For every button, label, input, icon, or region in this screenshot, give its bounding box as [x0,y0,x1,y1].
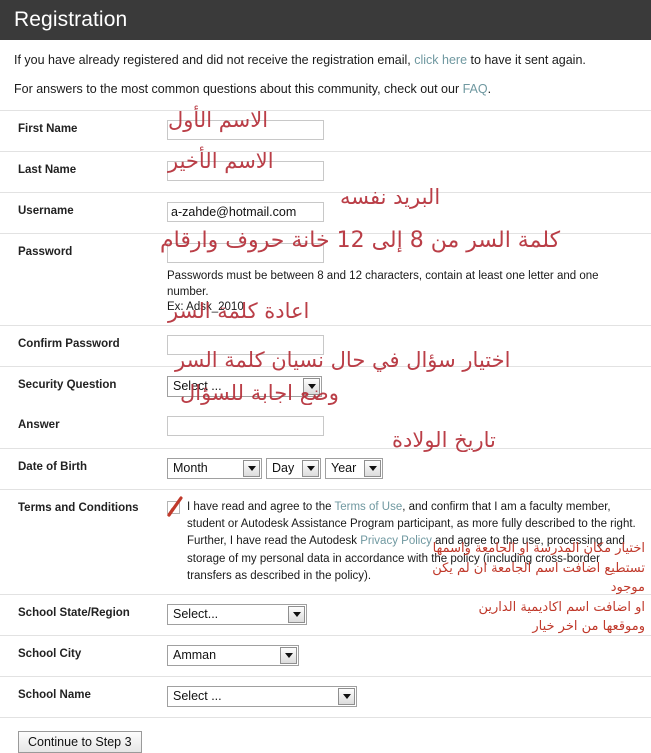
chevron-down-icon [243,459,260,477]
birth-year-select[interactable]: Year [325,457,383,479]
first-name-field-wrap [167,120,651,141]
school-state-field-wrap: Select... [167,604,651,626]
page-header: Registration [0,0,651,40]
confirm-password-input[interactable] [167,334,324,355]
terms-checkbox-row: I have read and agree to the Terms of Us… [167,496,651,585]
password-field-wrap: Passwords must be between 8 and 12 chara… [167,243,651,316]
confirm-password-label: Confirm Password [18,337,120,350]
school-city-selected-value: Amman [173,648,217,663]
birth-year-selected-value: Year [331,460,357,475]
chevron-down-icon [288,606,305,624]
last-name-label: Last Name [18,164,77,177]
row-terms-and-conditions: Terms and Conditions I have read and agr… [0,488,651,594]
row-date-of-birth: Date of Birth Month Day Year [0,447,651,489]
school-name-label: School Name [18,689,91,702]
row-school-name: School Name Select ... [0,676,651,717]
notice-text-pre: If you have already registered and did n… [14,53,411,67]
submit-row: Continue to Step 3 [0,717,651,753]
answer-field-wrap [167,415,651,436]
birth-day-select[interactable]: Day [266,457,321,479]
row-username: Username [0,192,651,233]
password-requirements-hint: Passwords must be between 8 and 12 chara… [167,269,637,316]
confirm-password-field-wrap [167,334,651,355]
chevron-down-icon [364,459,381,477]
row-confirm-password: Confirm Password [0,324,651,366]
school-name-selected-value: Select ... [173,689,222,704]
terms-of-use-link[interactable]: Terms of Use [334,501,402,513]
security-question-field-wrap: Select ... [167,375,651,397]
first-name-input[interactable] [167,120,324,141]
faq-text-pre: For answers to the most common questions… [14,81,460,96]
terms-checkbox[interactable] [167,496,183,517]
answer-input[interactable] [167,415,324,436]
school-name-select[interactable]: Select ... [167,686,357,708]
chevron-down-icon [280,647,297,665]
answer-label: Answer [18,418,60,431]
privacy-policy-link[interactable]: Privacy Policy [360,535,432,547]
faq-link[interactable]: FAQ [463,82,488,96]
school-name-field-wrap: Select ... [167,686,651,708]
date-of-birth-label: Date of Birth [18,460,87,473]
checkmark-icon [167,496,183,517]
terms-label: Terms and Conditions [18,501,139,514]
chevron-down-icon [302,459,319,477]
first-name-label: First Name [18,123,78,136]
birth-month-selected-value: Month [173,460,208,475]
birth-month-select[interactable]: Month [167,457,262,479]
intro-section: If you have already registered and did n… [0,40,651,97]
terms-text: I have read and agree to the Terms of Us… [187,499,645,585]
school-state-selected-value: Select... [173,607,219,622]
row-answer: Answer [0,407,651,448]
registration-form: First Name Last Name Username Password P… [0,110,651,753]
notice-text-post: to have it sent again. [470,53,586,67]
school-city-select[interactable]: Amman [167,645,299,667]
last-name-input[interactable] [167,161,324,182]
last-name-field-wrap [167,161,651,182]
username-input[interactable] [167,202,324,223]
security-question-selected-value: Select ... [173,378,222,393]
row-first-name: First Name [0,110,651,151]
row-password: Password Passwords must be between 8 and… [0,233,651,325]
school-city-label: School City [18,648,82,661]
password-input[interactable] [167,243,324,264]
username-label: Username [18,205,74,218]
page-title: Registration [14,8,128,31]
password-hint-line-2: Ex: Adsk_2010 [167,301,244,314]
birth-day-selected-value: Day [272,460,295,475]
row-school-city: School City Amman [0,635,651,676]
security-question-label: Security Question [18,378,117,391]
terms-text-part-1: I have read and agree to the [187,500,335,513]
security-question-select[interactable]: Select ... [167,375,322,397]
school-state-label: School State/Region [18,607,130,620]
password-hint-line-1: Passwords must be between 8 and 12 chara… [167,270,599,298]
faq-text-post: . [487,81,492,96]
terms-field-wrap: I have read and agree to the Terms of Us… [167,496,651,585]
school-state-select[interactable]: Select... [167,604,307,626]
row-school-state: School State/Region Select... [0,594,651,635]
row-security-question: Security Question Select ... [0,365,651,407]
continue-to-step-3-button[interactable]: Continue to Step 3 [18,731,142,753]
row-last-name: Last Name [0,151,651,192]
chevron-down-icon [303,377,320,395]
faq-notice: For answers to the most common questions… [14,82,637,98]
school-city-field-wrap: Amman [167,645,651,667]
registration-email-notice: If you have already registered and did n… [14,53,637,69]
password-label: Password [18,246,73,259]
date-of-birth-field-wrap: Month Day Year [167,457,651,479]
click-here-link[interactable]: click here [414,53,467,67]
chevron-down-icon [338,688,355,706]
date-of-birth-group: Month Day Year [167,457,651,479]
username-field-wrap [167,202,651,223]
